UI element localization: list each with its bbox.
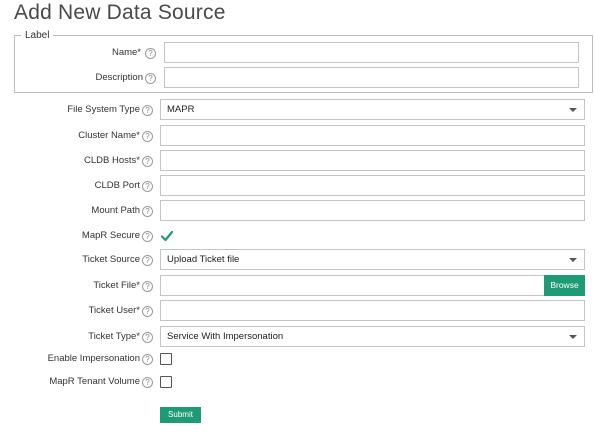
cluster-name-row: Cluster Name* ? <box>0 125 595 147</box>
mapr-tenant-volume-label: MapR Tenant Volume <box>49 376 140 387</box>
cldb-port-label: CLDB Port <box>94 180 140 191</box>
help-icon[interactable]: ? <box>142 306 153 317</box>
ticket-user-label: Ticket User* <box>88 305 140 316</box>
browse-button[interactable]: Browse <box>544 275 585 296</box>
cluster-name-label: Cluster Name* <box>78 130 140 141</box>
ticket-file-row: Ticket File* ? Browse <box>0 275 595 297</box>
ticket-user-input[interactable] <box>160 300 585 321</box>
ticket-source-row: Ticket Source ? Upload Ticket file <box>0 249 595 271</box>
help-icon[interactable]: ? <box>142 206 153 217</box>
ticket-type-label: Ticket Type* <box>88 331 140 342</box>
mount-path-input[interactable] <box>160 200 585 221</box>
help-icon[interactable]: ? <box>142 332 153 343</box>
cldb-port-row: CLDB Port ? <box>0 175 595 197</box>
ticket-file-input[interactable] <box>160 275 545 296</box>
ticket-type-select[interactable]: Service With Impersonation <box>160 326 585 347</box>
mapr-secure-label: MapR Secure <box>81 230 140 241</box>
ticket-source-label: Ticket Source <box>82 254 140 265</box>
cldb-port-input[interactable] <box>160 175 585 196</box>
cldb-hosts-row: CLDB Hosts* ? <box>0 150 595 172</box>
chevron-down-icon <box>569 335 577 339</box>
help-icon[interactable]: ? <box>142 377 153 388</box>
cldb-hosts-input[interactable] <box>160 150 585 171</box>
cldb-hosts-label: CLDB Hosts* <box>84 155 140 166</box>
checkmark-icon <box>160 230 174 242</box>
help-icon[interactable]: ? <box>142 105 153 116</box>
enable-impersonation-row: Enable Impersonation ? <box>0 348 595 370</box>
help-icon[interactable]: ? <box>142 281 153 292</box>
ticket-source-select[interactable]: Upload Ticket file <box>160 249 585 270</box>
help-icon[interactable]: ? <box>142 181 153 192</box>
help-icon[interactable]: ? <box>142 231 153 242</box>
chevron-down-icon <box>569 258 577 262</box>
help-icon[interactable]: ? <box>142 255 153 266</box>
description-row: Description ? <box>0 67 595 89</box>
chevron-down-icon <box>569 108 577 112</box>
mapr-tenant-volume-checkbox[interactable] <box>160 376 172 388</box>
help-icon[interactable]: ? <box>145 73 156 84</box>
mapr-secure-checkbox[interactable] <box>160 229 174 243</box>
mapr-secure-row: MapR Secure ? <box>0 225 595 247</box>
help-icon[interactable]: ? <box>145 48 156 59</box>
label-legend: Label <box>25 30 50 41</box>
page-title: Add New Data Source <box>14 1 226 24</box>
enable-impersonation-checkbox[interactable] <box>160 353 172 365</box>
submit-button[interactable]: Submit <box>160 407 201 423</box>
cluster-name-input[interactable] <box>160 125 585 146</box>
ticket-file-label: Ticket File* <box>93 280 140 291</box>
file-system-type-value: MAPR <box>167 104 195 115</box>
help-icon[interactable]: ? <box>142 156 153 167</box>
ticket-type-value: Service With Impersonation <box>167 331 284 342</box>
file-system-type-label: File System Type <box>67 104 140 115</box>
mapr-tenant-volume-row: MapR Tenant Volume ? <box>0 371 595 393</box>
name-input[interactable] <box>164 42 579 63</box>
file-system-type-row: File System Type ? MAPR <box>0 99 595 121</box>
file-system-type-select[interactable]: MAPR <box>160 99 585 120</box>
enable-impersonation-label: Enable Impersonation <box>47 353 140 364</box>
ticket-user-row: Ticket User* ? <box>0 300 595 322</box>
mount-path-row: Mount Path ? <box>0 200 595 222</box>
ticket-type-row: Ticket Type* ? Service With Impersonatio… <box>0 326 595 348</box>
description-input[interactable] <box>164 67 579 88</box>
description-label: Description <box>95 72 143 83</box>
ticket-source-value: Upload Ticket file <box>167 254 240 265</box>
mount-path-label: Mount Path <box>91 205 140 216</box>
help-icon[interactable]: ? <box>142 131 153 142</box>
help-icon[interactable]: ? <box>142 354 153 365</box>
name-label: Name* <box>111 47 141 58</box>
name-row: Name* ? <box>0 42 595 64</box>
